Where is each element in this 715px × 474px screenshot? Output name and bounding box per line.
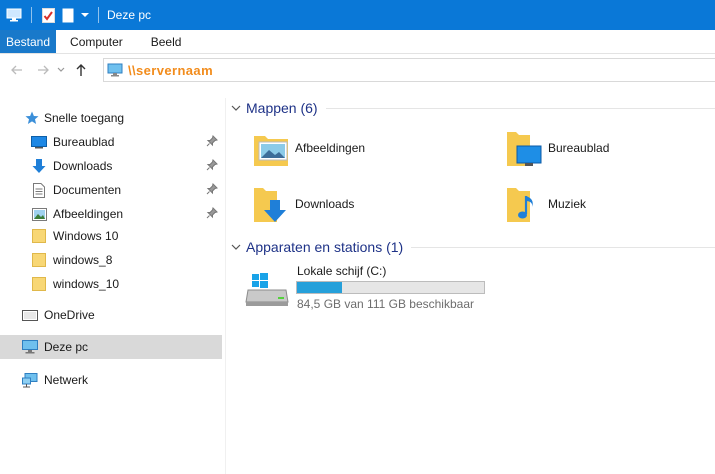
group-header-devices[interactable]: Apparaten en stations (1) bbox=[230, 236, 715, 258]
sidebar-item-label: Netwerk bbox=[44, 373, 89, 387]
hard-drive-icon bbox=[244, 272, 290, 308]
drive-c[interactable]: Lokale schijf (C:) 84,5 GB van 111 GB be… bbox=[244, 264, 544, 314]
computer-icon[interactable] bbox=[3, 8, 25, 22]
sidebar-item-label: Downloads bbox=[53, 159, 113, 173]
tab-bestand[interactable]: Bestand bbox=[0, 30, 57, 53]
toolbar-divider bbox=[31, 7, 32, 23]
pictures-folder-icon bbox=[251, 126, 291, 170]
content-pane: Mappen (6) Afbeeldingen Bureaublad Downl… bbox=[226, 86, 715, 474]
folder-bureaublad[interactable]: Bureaublad bbox=[504, 124, 715, 172]
divider bbox=[411, 246, 715, 248]
drive-free-space: 84,5 GB van 111 GB beschikbaar bbox=[297, 297, 474, 311]
tab-beeld[interactable]: Beeld bbox=[137, 30, 196, 53]
pin-icon[interactable] bbox=[206, 207, 218, 219]
network-icon bbox=[22, 372, 38, 388]
folder-downloads[interactable]: Downloads bbox=[251, 180, 481, 228]
toolbar-divider bbox=[98, 7, 99, 23]
sidebar-item-downloads[interactable]: Downloads bbox=[0, 154, 222, 178]
sidebar-item-afbeeldingen[interactable]: Afbeeldingen bbox=[0, 202, 222, 226]
sidebar-item-deze-pc[interactable]: Deze pc bbox=[0, 335, 222, 359]
folder-icon bbox=[31, 276, 47, 292]
sidebar-item-label: Deze pc bbox=[44, 340, 89, 354]
folder-label: Afbeeldingen bbox=[295, 141, 366, 155]
sidebar-item-documenten[interactable]: Documenten bbox=[0, 178, 222, 202]
star-icon bbox=[24, 110, 40, 126]
pin-icon[interactable] bbox=[206, 135, 218, 147]
sidebar-item-label: Windows 10 bbox=[53, 229, 119, 243]
computer-icon bbox=[107, 63, 123, 77]
group-title: Apparaten en stations (1) bbox=[246, 239, 404, 255]
folder-icon bbox=[31, 228, 47, 244]
downloads-folder-icon bbox=[251, 182, 291, 226]
sidebar-item-quick-access[interactable]: Snelle toegang bbox=[0, 106, 222, 130]
window-title: Deze pc bbox=[107, 8, 152, 22]
desktop-icon bbox=[31, 134, 47, 150]
pin-icon[interactable] bbox=[206, 159, 218, 171]
sidebar-item-label: windows_8 bbox=[53, 253, 113, 267]
folder-label: Downloads bbox=[295, 197, 355, 211]
address-bar[interactable]: \\servernaam bbox=[103, 58, 715, 82]
sidebar-item-bureaublad[interactable]: Bureaublad bbox=[0, 130, 222, 154]
divider bbox=[325, 107, 715, 109]
drive-name: Lokale schijf (C:) bbox=[297, 264, 387, 278]
title-bar: Deze pc bbox=[0, 0, 715, 30]
sidebar-item-windows-8[interactable]: windows_8 bbox=[0, 248, 222, 272]
sidebar-item-windows-10-lower[interactable]: windows_10 bbox=[0, 272, 222, 296]
folder-label: Muziek bbox=[548, 197, 587, 211]
quick-access-toolbar bbox=[0, 0, 105, 30]
navigation-pane: Snelle toegang Bureaublad Downloads Docu… bbox=[0, 98, 226, 474]
properties-icon[interactable] bbox=[38, 7, 58, 23]
group-title: Mappen (6) bbox=[246, 100, 318, 116]
sidebar-item-onedrive[interactable]: OneDrive bbox=[0, 303, 222, 327]
chevron-down-icon[interactable] bbox=[230, 102, 242, 114]
back-arrow-icon[interactable] bbox=[6, 59, 28, 81]
forward-arrow-icon[interactable] bbox=[32, 59, 54, 81]
drive-usage-fill bbox=[297, 282, 342, 293]
sidebar-item-label: Snelle toegang bbox=[44, 111, 125, 125]
download-icon bbox=[31, 158, 47, 174]
pictures-icon bbox=[31, 206, 47, 222]
tab-computer[interactable]: Computer bbox=[56, 30, 137, 53]
desktop-folder-icon bbox=[504, 126, 544, 170]
new-folder-icon[interactable] bbox=[58, 8, 78, 23]
sidebar-item-label: OneDrive bbox=[44, 308, 95, 322]
computer-icon bbox=[22, 339, 38, 355]
address-path: \\servernaam bbox=[128, 62, 214, 78]
chevron-down-icon[interactable] bbox=[78, 12, 92, 18]
ribbon-tabs: Bestand Computer Beeld bbox=[0, 30, 715, 54]
sidebar-item-label: windows_10 bbox=[53, 277, 120, 291]
sidebar-item-label: Bureaublad bbox=[53, 135, 115, 149]
folder-label: Bureaublad bbox=[548, 141, 610, 155]
sidebar-item-label: Documenten bbox=[53, 183, 122, 197]
sidebar-item-label: Afbeeldingen bbox=[53, 207, 124, 221]
navigation-bar: \\servernaam bbox=[0, 55, 715, 85]
music-folder-icon bbox=[504, 182, 544, 226]
folder-afbeeldingen[interactable]: Afbeeldingen bbox=[251, 124, 481, 172]
folder-icon bbox=[31, 252, 47, 268]
chevron-down-icon[interactable] bbox=[230, 241, 242, 253]
group-header-folders[interactable]: Mappen (6) bbox=[230, 97, 715, 119]
document-icon bbox=[31, 182, 47, 198]
pin-icon[interactable] bbox=[206, 183, 218, 195]
recent-locations-chevron-icon[interactable] bbox=[54, 59, 68, 81]
sidebar-item-netwerk[interactable]: Netwerk bbox=[0, 368, 222, 392]
cloud-icon bbox=[22, 307, 38, 323]
folder-muziek[interactable]: Muziek bbox=[504, 180, 715, 228]
drive-usage-bar bbox=[296, 281, 485, 294]
sidebar-item-windows-10[interactable]: Windows 10 bbox=[0, 224, 222, 248]
up-arrow-icon[interactable] bbox=[70, 59, 92, 81]
